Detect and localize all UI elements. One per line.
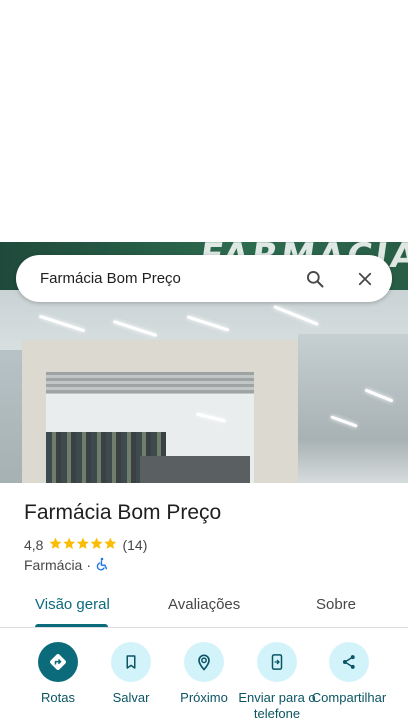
search-icon[interactable]: [302, 266, 328, 292]
tab-overview[interactable]: Visão geral: [35, 596, 110, 613]
tab-indicator: [35, 624, 108, 627]
search-query[interactable]: Farmácia Bom Preço: [40, 270, 181, 287]
nearby-button[interactable]: Próximo: [168, 642, 240, 726]
place-category: Farmácia: [24, 557, 83, 573]
send-to-phone-button[interactable]: Enviar para o telefone: [238, 642, 316, 726]
save-button[interactable]: Salvar: [95, 642, 167, 726]
rolling-shutter: [46, 372, 254, 394]
store-counter: [140, 456, 250, 483]
separator-dot: ·: [86, 557, 92, 573]
share-label: Compartilhar: [311, 690, 387, 705]
star-rating: [49, 537, 117, 553]
tab-about[interactable]: Sobre: [316, 596, 356, 613]
search-bar[interactable]: Farmácia Bom Preço: [16, 255, 392, 302]
review-count[interactable]: (14): [122, 537, 147, 553]
tab-bar: Visão geral Avaliações Sobre: [0, 586, 408, 628]
rating-row[interactable]: 4,8 (14): [24, 536, 147, 554]
tab-reviews[interactable]: Avaliações: [168, 596, 240, 613]
nearby-icon: [184, 642, 224, 682]
bookmark-icon: [111, 642, 151, 682]
save-label: Salvar: [112, 690, 150, 705]
rating-value: 4,8: [24, 537, 44, 553]
send-to-phone-icon: [257, 642, 297, 682]
directions-label: Rotas: [41, 690, 75, 705]
share-icon: [329, 642, 369, 682]
category-row: Farmácia ·: [24, 556, 109, 574]
nearby-label: Próximo: [180, 690, 228, 705]
place-title: Farmácia Bom Preço: [24, 501, 222, 524]
directions-button[interactable]: Rotas: [22, 642, 94, 726]
store-window: [298, 334, 408, 483]
close-icon[interactable]: [352, 266, 378, 292]
wheelchair-icon: [95, 557, 109, 574]
share-button[interactable]: Compartilhar: [312, 642, 386, 726]
directions-icon: [38, 642, 78, 682]
